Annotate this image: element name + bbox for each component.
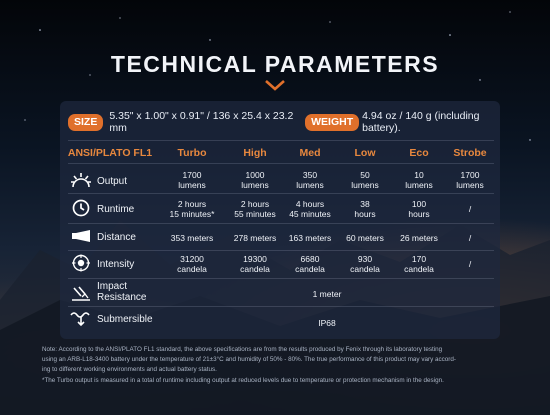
- note-line-4: *The Turbo output is measured in a total…: [42, 377, 444, 384]
- divider: [68, 306, 494, 307]
- output-med: 350 lumens: [296, 170, 324, 190]
- output-strobe: 1700 lumens: [456, 170, 484, 190]
- weight-value: 4.94 oz / 140 g (including battery).: [362, 110, 480, 134]
- row-label-impact: Impact Resistance: [97, 281, 147, 303]
- runtime-high: 2 hours 55 minutes: [234, 199, 276, 219]
- header-strobe: Strobe: [453, 147, 487, 159]
- note-line-3: ing to different working environments an…: [42, 366, 217, 373]
- submersible-value: IP68: [318, 318, 336, 328]
- row-label-distance: Distance: [97, 232, 136, 243]
- page-title: TECHNICAL PARAMETERS: [110, 51, 440, 77]
- intensity-eco: 170 candela: [404, 254, 434, 274]
- distance-high: 278 meters: [233, 233, 277, 243]
- spec-panel: [60, 101, 500, 339]
- distance-eco: 26 meters: [400, 233, 438, 243]
- runtime-strobe: /: [468, 204, 472, 214]
- divider: [68, 193, 494, 194]
- divider: [68, 163, 494, 164]
- output-low: 50 lumens: [351, 170, 379, 190]
- row-label-intensity: Intensity: [97, 259, 135, 270]
- size-badge: SIZE: [68, 113, 104, 131]
- intensity-med: 6680 candela: [295, 254, 325, 274]
- intensity-low: 930 candela: [350, 254, 380, 274]
- intensity-high: 19300 candela: [240, 254, 270, 274]
- runtime-low: 38 hours: [354, 199, 376, 219]
- divider: [68, 223, 494, 224]
- divider: [68, 250, 494, 251]
- intensity-turbo: 31200 candela: [177, 254, 207, 274]
- size-value: 5.35" x 1.00" x 0.91" / 136 x 25.4 x 23.…: [109, 110, 294, 134]
- note-line-2: using an ARB-L18-3400 battery under the …: [42, 356, 456, 363]
- runtime-med: 4 hours 45 minutes: [289, 199, 331, 219]
- header-turbo: Turbo: [177, 147, 207, 159]
- size-weight-line: SIZE 5.35" x 1.00" x 0.91" / 136 x 25.4 …: [68, 110, 508, 134]
- output-turbo: 1700 lumens: [178, 170, 206, 190]
- beam-distance-icon: [72, 230, 90, 242]
- runtime-turbo: 2 hours 15 minutes*: [169, 199, 215, 219]
- row-label-runtime: Runtime: [97, 204, 135, 215]
- header-standard: ANSI/PLATO FL1: [67, 147, 153, 159]
- runtime-eco: 100 hours: [408, 199, 430, 219]
- divider: [68, 140, 494, 141]
- row-label-submersible: Submersible: [97, 314, 153, 325]
- impact-icon: [72, 286, 90, 301]
- header-high: High: [243, 147, 267, 159]
- distance-strobe: /: [468, 233, 472, 243]
- header-med: Med: [299, 147, 321, 159]
- submersible-icon: [70, 312, 90, 327]
- distance-turbo: 353 meters: [170, 233, 214, 243]
- clock-icon: [72, 199, 90, 217]
- header-eco: Eco: [409, 147, 429, 159]
- divider: [68, 278, 494, 279]
- chevron-down-icon: [265, 80, 285, 91]
- intensity-icon: [72, 254, 90, 272]
- output-high: 1000 lumens: [241, 170, 269, 190]
- distance-med: 163 meters: [288, 233, 332, 243]
- weight-badge: WEIGHT: [305, 113, 360, 131]
- impact-value: 1 meter: [312, 289, 342, 299]
- intensity-strobe: /: [468, 259, 472, 269]
- note-line-1: Note: According to the ANSI/PLATO FL1 st…: [42, 346, 443, 353]
- header-low: Low: [354, 147, 376, 159]
- distance-low: 60 meters: [346, 233, 384, 243]
- output-icon: [71, 173, 91, 188]
- row-label-output: Output: [97, 176, 128, 187]
- output-eco: 10 lumens: [405, 170, 433, 190]
